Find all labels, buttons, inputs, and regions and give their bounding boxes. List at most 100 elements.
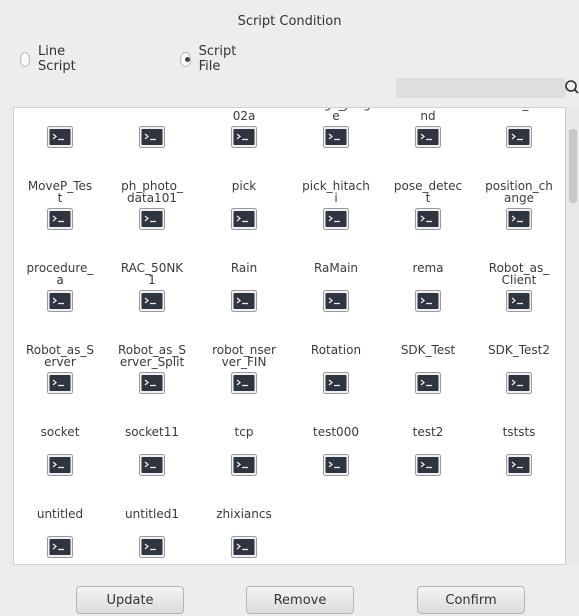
- terminal-file-icon: [415, 372, 441, 394]
- script-file-name: Rain: [230, 261, 258, 275]
- script-file-name: test2: [412, 425, 444, 439]
- script-file-item[interactable]: SDK_Test2: [473, 344, 565, 414]
- terminal-file-icon: [506, 208, 532, 230]
- search-icon[interactable]: [563, 77, 579, 99]
- terminal-file-icon: [323, 126, 349, 148]
- terminal-file-icon: [415, 454, 441, 476]
- terminal-file-icon: [47, 372, 73, 394]
- script-file-name: pick: [231, 179, 257, 193]
- script-file-item[interactable]: ran3: [106, 108, 198, 168]
- script-file-radio[interactable]: Script File: [180, 44, 241, 74]
- script-file-name: untitled: [36, 507, 84, 521]
- script-file-item[interactable]: Move_var: [473, 108, 565, 168]
- script-file-item[interactable]: tcp: [198, 426, 290, 496]
- script-file-item[interactable]: RAC_50NK 1: [106, 262, 198, 332]
- script-file-name: SDK_Test2: [488, 343, 550, 357]
- script-file-name: robot_nser ver_FIN: [212, 343, 276, 369]
- script-file-item[interactable]: tststs: [473, 426, 565, 496]
- script-file-name: socket11: [124, 425, 180, 439]
- terminal-file-icon: [139, 290, 165, 312]
- script-file-name: ranclient07 02a: [210, 108, 278, 123]
- script-file-name: socket: [40, 425, 80, 439]
- terminal-file-icon: [231, 126, 257, 148]
- terminal-file-icon: [139, 454, 165, 476]
- script-file-name: tststs: [502, 425, 536, 439]
- terminal-file-icon: [415, 126, 441, 148]
- script-file-item[interactable]: Robot_as_ Client: [473, 262, 565, 332]
- update-button[interactable]: Update: [76, 586, 184, 614]
- script-file-item[interactable]: position_ch ange: [473, 180, 565, 250]
- script-file-name: MoveP_Tes t: [27, 179, 93, 205]
- terminal-file-icon: [231, 454, 257, 476]
- terminal-file-icon: [47, 126, 73, 148]
- script-file-name: zhixiancs: [216, 507, 272, 521]
- script-file-name: Robot_as_S erver: [25, 343, 95, 369]
- script-file-name: test000: [313, 425, 359, 439]
- script-file-item[interactable]: ranclient07 02a: [198, 108, 290, 168]
- script-file-item[interactable]: SDK_Test: [382, 344, 474, 414]
- script-file-item[interactable]: zhixiancs: [198, 507, 290, 564]
- script-file-item[interactable]: pose_detec t: [382, 180, 474, 250]
- script-file-item[interactable]: initComma nd: [382, 108, 474, 168]
- script-file-name: Robot_as_S erver_Split: [117, 343, 187, 369]
- script-file-item[interactable]: pick: [198, 180, 290, 250]
- terminal-file-icon: [139, 126, 165, 148]
- terminal-file-icon: [231, 372, 257, 394]
- remove-button[interactable]: Remove: [246, 586, 354, 614]
- terminal-file-icon: [47, 536, 73, 558]
- script-file-name: RAC_50NK 1: [120, 261, 184, 287]
- script-file-item[interactable]: RaMain: [290, 262, 382, 332]
- terminal-file-icon: [323, 372, 349, 394]
- script-file-name: pose_detec t: [393, 179, 463, 205]
- script-file-name: RaMain: [313, 261, 359, 275]
- script-file-grid[interactable]: ranzran3 ranclient07 02a image_judg e initC…: [13, 107, 566, 565]
- script-file-item[interactable]: Rotation: [290, 344, 382, 414]
- script-file-item[interactable]: pick_hitach i: [290, 180, 382, 250]
- line-script-radio[interactable]: Line Script: [20, 44, 81, 74]
- terminal-file-icon: [47, 290, 73, 312]
- confirm-button[interactable]: Confirm: [417, 586, 525, 614]
- script-file-item[interactable]: test2: [382, 426, 474, 496]
- script-file-item[interactable]: socket11: [106, 426, 198, 496]
- script-file-name: rema: [412, 261, 444, 275]
- script-file-name: ranz: [14, 108, 106, 110]
- script-file-name: Robot_as_ Client: [488, 261, 550, 287]
- radio-unchecked-icon[interactable]: [20, 51, 31, 67]
- script-file-item[interactable]: procedure_ a: [14, 262, 106, 332]
- terminal-file-icon: [323, 208, 349, 230]
- script-file-item[interactable]: socket: [14, 426, 106, 496]
- script-file-name: ran3: [106, 108, 198, 110]
- grid-scrollbar[interactable]: [566, 107, 579, 565]
- terminal-file-icon: [47, 208, 73, 230]
- script-file-item[interactable]: MoveP_Tes t: [14, 180, 106, 250]
- terminal-file-icon: [231, 290, 257, 312]
- script-file-item[interactable]: Robot_as_S erver_Split: [106, 344, 198, 414]
- terminal-file-icon: [231, 208, 257, 230]
- script-file-name: Rotation: [310, 343, 362, 357]
- script-file-name: image_judg e: [301, 108, 371, 123]
- terminal-file-icon: [506, 126, 532, 148]
- script-file-item[interactable]: untitled1: [106, 507, 198, 564]
- script-file-item[interactable]: Rain: [198, 262, 290, 332]
- terminal-file-icon: [139, 208, 165, 230]
- script-file-item[interactable]: image_judg e: [290, 108, 382, 168]
- script-file-name: untitled1: [125, 507, 179, 521]
- terminal-file-icon: [231, 536, 257, 558]
- search-input[interactable]: [396, 78, 566, 98]
- script-file-name: procedure_ a: [26, 261, 94, 287]
- terminal-file-icon: [506, 290, 532, 312]
- script-file-item[interactable]: ranz: [14, 108, 106, 168]
- scrollbar-thumb[interactable]: [569, 129, 577, 203]
- script-file-item[interactable]: test000: [290, 426, 382, 496]
- script-file-item[interactable]: rema: [382, 262, 474, 332]
- script-file-item[interactable]: ph_photo_ data101: [106, 180, 198, 250]
- radio-checked-icon[interactable]: [180, 51, 191, 67]
- script-file-item[interactable]: untitled: [14, 507, 106, 564]
- line-script-label: Line Script: [38, 44, 76, 74]
- script-file-name: pick_hitach i: [302, 179, 370, 205]
- script-file-item[interactable]: Robot_as_S erver: [14, 344, 106, 414]
- terminal-file-icon: [415, 290, 441, 312]
- terminal-file-icon: [47, 454, 73, 476]
- script-file-name: tcp: [234, 425, 254, 439]
- script-file-item[interactable]: robot_nser ver_FIN: [198, 344, 290, 414]
